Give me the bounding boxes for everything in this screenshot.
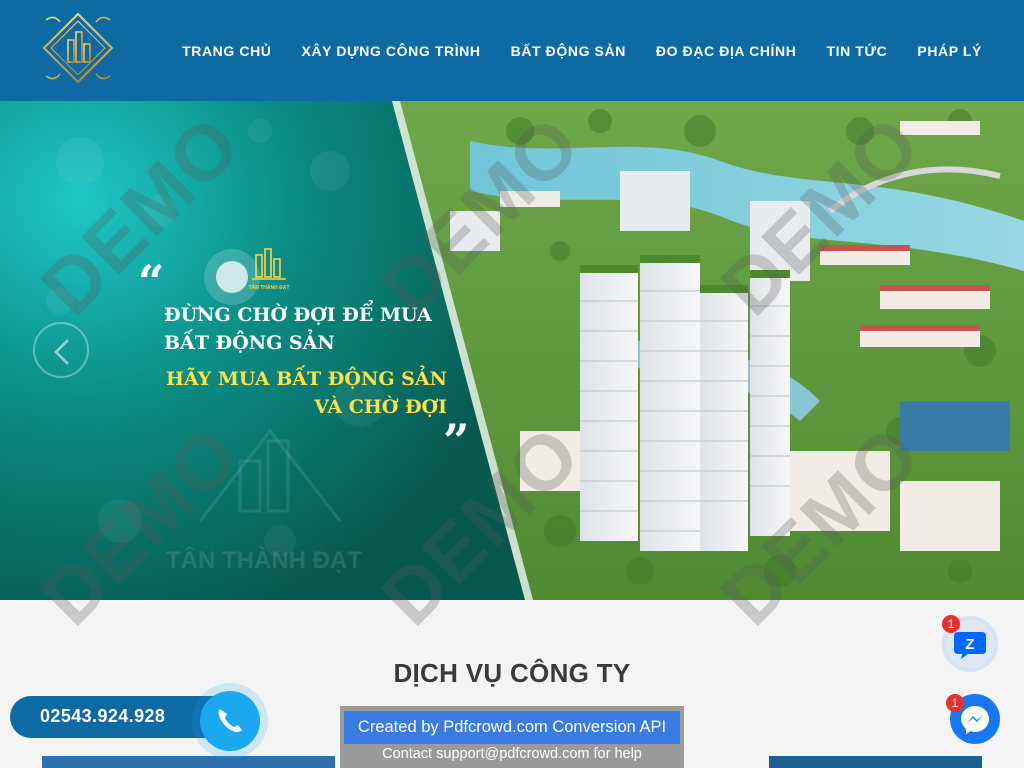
slogan-line-1: ĐỪNG CHỜ ĐỢI ĐỂ MUA [164, 304, 432, 326]
service-card[interactable] [769, 756, 982, 768]
slogan-primary: ĐỪNG CHỜ ĐỢI ĐỂ MUA BẤT ĐỘNG SẢN [164, 301, 432, 357]
pdfcrowd-title-box[interactable]: Created by Pdfcrowd.com Conversion API [344, 711, 680, 744]
zalo-badge: 1 [942, 615, 960, 633]
nav-do-dac-dia-chinh[interactable]: ĐO ĐẠC ĐỊA CHÍNH [656, 43, 797, 59]
pdfcrowd-contact-prefix: Contact [382, 746, 433, 762]
quote-open-mark: “ [138, 255, 165, 309]
hotline-number[interactable]: 02543.924.928 [40, 706, 165, 727]
hero-brand-watermark: TÂN THÀNH ĐẠT [166, 547, 362, 574]
nav-xay-dung-cong-trinh[interactable]: XÂY DỰNG CÔNG TRÌNH [302, 43, 481, 59]
hero-logo-text: TÂN THÀNH ĐẠT [248, 285, 290, 291]
slogan-line-4: VÀ CHỜ ĐỢI [314, 396, 447, 418]
slider-prev-button[interactable] [33, 322, 89, 378]
pdfcrowd-email-link[interactable]: support@pdfcrowd.com [436, 746, 589, 762]
messenger-badge: 1 [946, 694, 964, 712]
chevron-left-icon [54, 339, 69, 365]
hero-city-image [0, 101, 1024, 600]
nav-trang-chu[interactable]: TRANG CHỦ [182, 43, 271, 59]
call-button[interactable] [200, 691, 260, 751]
slogan-line-2: BẤT ĐỘNG SẢN [164, 332, 335, 354]
service-card[interactable] [42, 756, 335, 768]
pdfcrowd-banner: Created by Pdfcrowd.com Conversion API C… [340, 706, 684, 768]
svg-text:Z: Z [965, 636, 974, 653]
pdfcrowd-contact: Contact support@pdfcrowd.com for help [340, 746, 684, 762]
pdfcrowd-title[interactable]: Created by Pdfcrowd.com Conversion API [344, 711, 680, 744]
phone-icon [218, 709, 242, 733]
main-nav: TRANG CHỦ XÂY DỰNG CÔNG TRÌNH BẤT ĐỘNG S… [182, 0, 982, 101]
pdfcrowd-contact-suffix: for help [593, 746, 642, 762]
hero-slider: TÂN THÀNH ĐẠT “ ĐỪNG CHỜ ĐỢI ĐỂ MUA BẤT … [0, 101, 1024, 600]
nav-bat-dong-san[interactable]: BẤT ĐỘNG SẢN [511, 43, 626, 59]
company-logo[interactable] [40, 10, 116, 86]
site-header: TRANG CHỦ XÂY DỰNG CÔNG TRÌNH BẤT ĐỘNG S… [0, 0, 1024, 101]
quote-close-mark: ” [443, 414, 470, 468]
slogan-secondary: HÃY MUA BẤT ĐỘNG SẢN VÀ CHỜ ĐỢI [166, 365, 447, 421]
slogan-line-3: HÃY MUA BẤT ĐỘNG SẢN [165, 368, 447, 390]
nav-tin-tuc[interactable]: TIN TỨC [826, 43, 887, 59]
services-title: DỊCH VỤ CÔNG TY [393, 658, 631, 688]
nav-phap-ly[interactable]: PHÁP LÝ [917, 43, 982, 59]
